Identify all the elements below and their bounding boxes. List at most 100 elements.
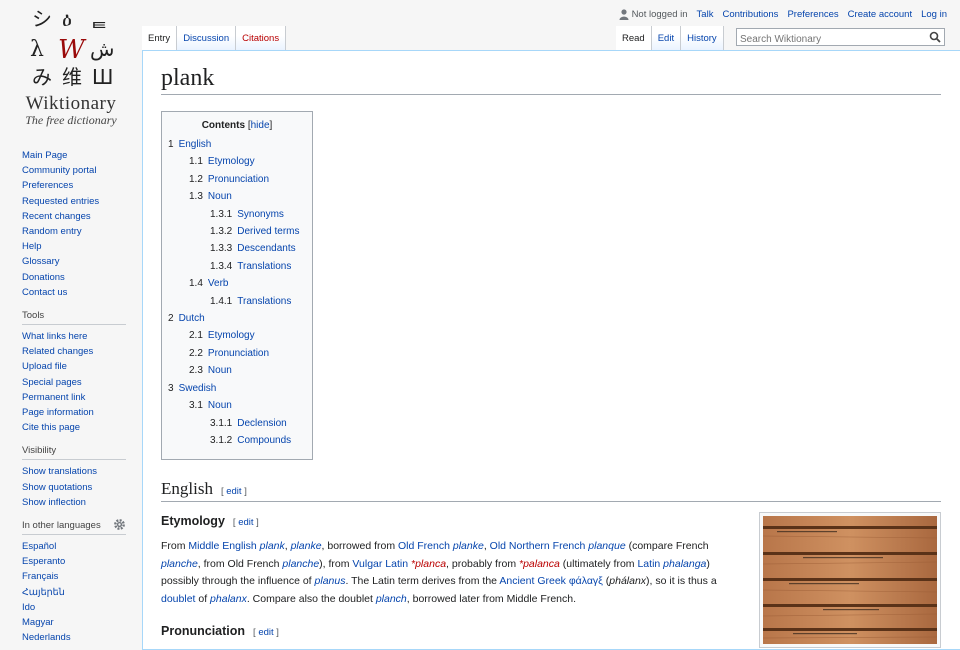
sidebar-item-contact-us[interactable]: Contact us <box>22 287 67 298</box>
tab-edit[interactable]: Edit <box>651 26 682 50</box>
sidebar-item-cite-this-page[interactable]: Cite this page <box>22 422 80 433</box>
search-icon[interactable] <box>929 31 941 43</box>
toc-item[interactable]: 1 English <box>168 136 312 153</box>
toc-item[interactable]: 2.2 Pronunciation <box>168 345 312 362</box>
sidebar-item-show-translations[interactable]: Show translations <box>22 466 97 477</box>
sidebar-item-upload-file[interactable]: Upload file <box>22 361 67 372</box>
toc-item-link[interactable]: Etymology <box>208 156 255 167</box>
gear-icon[interactable] <box>113 518 126 531</box>
link-planque[interactable]: planque <box>588 540 625 552</box>
link-planke-of[interactable]: planke <box>453 540 484 552</box>
sidebar-item-preferences[interactable]: Preferences <box>22 180 73 191</box>
language-link-armenian[interactable]: Հայերեն <box>22 587 65 598</box>
toc-item-link[interactable]: Verb <box>208 278 229 289</box>
toc-item-link[interactable]: Declension <box>237 418 286 429</box>
sidebar-item-random-entry[interactable]: Random entry <box>22 226 82 237</box>
toc-item-link[interactable]: Noun <box>208 400 232 411</box>
plank-thumbnail[interactable] <box>759 512 941 648</box>
toc-item[interactable]: 1.3.1 Synonyms <box>168 206 312 223</box>
toc-item-link[interactable]: Descendants <box>237 243 295 254</box>
language-link-francais[interactable]: Français <box>22 571 58 582</box>
link-planus[interactable]: planus <box>315 575 346 587</box>
toc-hide-toggle[interactable]: hide <box>251 120 270 131</box>
language-link-espanol[interactable]: Español <box>22 541 56 552</box>
toc-item-link[interactable]: English <box>179 139 212 150</box>
toc-item[interactable]: 3.1 Noun <box>168 397 312 414</box>
link-vulgar-latin[interactable]: Vulgar Latin <box>352 558 408 570</box>
toc-item[interactable]: 2.1 Etymology <box>168 327 312 344</box>
language-link-nederlands[interactable]: Nederlands <box>22 632 71 643</box>
link-middle-english[interactable]: Middle English <box>188 540 256 552</box>
sidebar-item-help[interactable]: Help <box>22 241 42 252</box>
toc-item-link[interactable]: Compounds <box>237 435 291 446</box>
link-old-northern-french[interactable]: Old Northern French <box>490 540 586 552</box>
language-link-esperanto[interactable]: Esperanto <box>22 556 65 567</box>
toc-item-link[interactable]: Swedish <box>179 383 217 394</box>
tab-read[interactable]: Read <box>616 26 652 50</box>
toc-item-link[interactable]: Translations <box>237 296 291 307</box>
tab-entry[interactable]: Entry <box>142 26 178 50</box>
talk-link[interactable]: Talk <box>697 9 714 20</box>
toc-item-link[interactable]: Etymology <box>208 330 255 341</box>
toc-item[interactable]: 1.3.4 Translations <box>168 258 312 275</box>
contributions-link[interactable]: Contributions <box>722 9 778 20</box>
sidebar-item-recent-changes[interactable]: Recent changes <box>22 211 91 222</box>
redlink-palanca[interactable]: *palanca <box>519 558 560 570</box>
toc-item[interactable]: 3 Swedish <box>168 380 312 397</box>
sidebar-item-glossary[interactable]: Glossary <box>22 256 59 267</box>
toc-item-link[interactable]: Noun <box>208 365 232 376</box>
link-old-french[interactable]: Old French <box>398 540 450 552</box>
toc-item-link[interactable]: Translations <box>237 261 291 272</box>
toc-item-link[interactable]: Derived terms <box>237 226 299 237</box>
sidebar-item-show-quotations[interactable]: Show quotations <box>22 482 92 493</box>
tab-history[interactable]: History <box>681 26 724 50</box>
search-input[interactable] <box>740 32 920 47</box>
sidebar-item-main-page[interactable]: Main Page <box>22 150 67 161</box>
link-planke[interactable]: planke <box>291 540 322 552</box>
login-link[interactable]: Log in <box>921 9 947 20</box>
sidebar-item-permanent-link[interactable]: Permanent link <box>22 392 85 403</box>
toc-item[interactable]: 1.3.3 Descendants <box>168 240 312 257</box>
sidebar-item-requested-entries[interactable]: Requested entries <box>22 196 99 207</box>
toc-item-link[interactable]: Pronunciation <box>208 348 269 359</box>
toc-item-link[interactable]: Noun <box>208 191 232 202</box>
sidebar-item-what-links-here[interactable]: What links here <box>22 331 87 342</box>
link-planche-french[interactable]: planche <box>161 558 198 570</box>
link-planche-old-french[interactable]: planche <box>282 558 319 570</box>
link-phalanx-greek[interactable]: φάλαγξ <box>569 575 603 587</box>
sidebar-item-special-pages[interactable]: Special pages <box>22 377 82 388</box>
link-planch[interactable]: planch <box>376 593 407 605</box>
toc-item[interactable]: 1.1 Etymology <box>168 153 312 170</box>
toc-item[interactable]: 3.1.2 Compounds <box>168 432 312 449</box>
edit-etymology-link[interactable]: edit <box>238 517 253 528</box>
link-latin[interactable]: Latin <box>637 558 660 570</box>
toc-item[interactable]: 1.2 Pronunciation <box>168 171 312 188</box>
link-plank[interactable]: plank <box>260 540 285 552</box>
create-account-link[interactable]: Create account <box>848 9 912 20</box>
sidebar-item-show-inflection[interactable]: Show inflection <box>22 497 86 508</box>
sidebar-item-donations[interactable]: Donations <box>22 272 65 283</box>
toc-item-link[interactable]: Pronunciation <box>208 174 269 185</box>
tab-discussion[interactable]: Discussion <box>177 26 237 50</box>
toc-item[interactable]: 1.4 Verb <box>168 275 312 292</box>
link-doublet[interactable]: doublet <box>161 593 195 605</box>
link-ancient-greek[interactable]: Ancient Greek <box>499 575 566 587</box>
toc-item[interactable]: 1.4.1 Translations <box>168 293 312 310</box>
sidebar-item-related-changes[interactable]: Related changes <box>22 346 93 357</box>
toc-item[interactable]: 2.3 Noun <box>168 362 312 379</box>
link-phalanx[interactable]: phalanx <box>210 593 247 605</box>
toc-item[interactable]: 2 Dutch <box>168 310 312 327</box>
preferences-link[interactable]: Preferences <box>787 9 838 20</box>
redlink-planca[interactable]: *planca <box>411 558 446 570</box>
language-link-ido[interactable]: Ido <box>22 602 35 613</box>
tab-citations[interactable]: Citations <box>236 26 287 50</box>
toc-item[interactable]: 3.1.1 Declension <box>168 415 312 432</box>
link-phalanga[interactable]: phalanga <box>663 558 706 570</box>
edit-pronunciation-link[interactable]: edit <box>258 627 273 638</box>
toc-item-link[interactable]: Synonyms <box>237 209 284 220</box>
language-link-magyar[interactable]: Magyar <box>22 617 54 628</box>
sidebar-item-community-portal[interactable]: Community portal <box>22 165 96 176</box>
toc-item[interactable]: 1.3 Noun <box>168 188 312 205</box>
sidebar-item-page-information[interactable]: Page information <box>22 407 94 418</box>
toc-item-link[interactable]: Dutch <box>179 313 205 324</box>
